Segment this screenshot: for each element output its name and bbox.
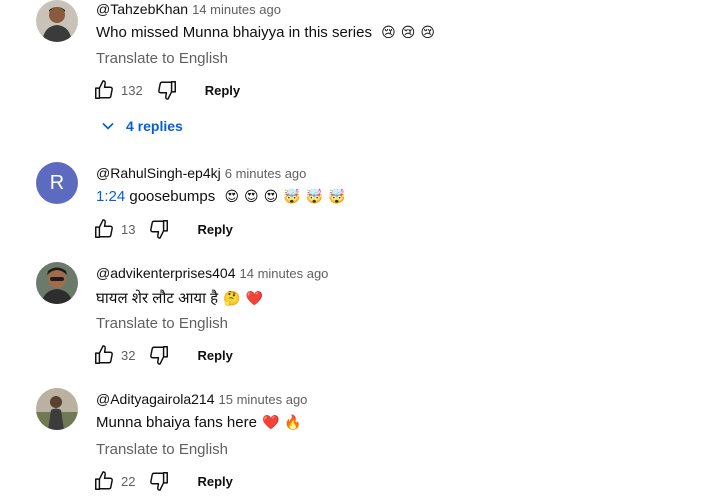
dislike-button[interactable] [155,78,179,102]
like-button[interactable] [92,469,116,493]
comment-text: 1:24 goosebumps 😍 😍 😍 🤯 🤯 🤯 [96,188,346,205]
view-replies-button[interactable]: 4 replies [96,114,183,138]
thumbs-down-icon [150,220,169,239]
author-name[interactable]: @Adityagairola214 [96,391,215,407]
comment-header: @advikenterprises404 14 minutes ago [96,265,328,281]
chevron-down-icon [96,114,120,138]
translate-link[interactable]: Translate to English [96,50,228,67]
avatar[interactable] [36,0,78,42]
dislike-button[interactable] [147,343,171,367]
comment-time[interactable]: 14 minutes ago [240,266,329,281]
author-name[interactable]: @advikenterprises404 [96,265,236,281]
comment-time[interactable]: 6 minutes ago [225,166,307,181]
avatar-letter: R [49,171,65,194]
comment-header: @TahzebKhan 14 minutes ago [96,1,281,17]
comment-actions: 132 Reply [92,78,240,102]
reply-button[interactable]: Reply [205,83,240,98]
thinking-emoji: 🤔 [223,290,241,306]
like-count: 132 [121,82,143,98]
fire-emoji: 🔥 [284,414,302,430]
comment-header: @RahulSingh-ep4kj 6 minutes ago [96,165,306,181]
comment-actions: 22 Reply [92,469,233,493]
mind-blown-emoji: 🤯 [328,188,346,204]
comment-body: Munna bhaiya fans here [96,414,257,431]
heart-eyes-emoji: 😍 [244,188,259,204]
comment-text: Munna bhaiya fans here ❤️ 🔥 [96,414,302,431]
thumbs-down-icon [157,81,176,100]
like-button[interactable] [92,217,116,241]
heart-emoji: ❤️ [261,414,280,430]
thumbs-down-icon [150,346,169,365]
replies-count-label: 4 replies [126,118,183,134]
like-button[interactable] [92,78,116,102]
comment-time[interactable]: 15 minutes ago [219,392,308,407]
dislike-button[interactable] [147,469,171,493]
reply-button[interactable]: Reply [197,474,232,489]
comment-body: घायल शेर लौट आया है [96,290,219,307]
translate-link[interactable]: Translate to English [96,315,228,332]
comment-time[interactable]: 14 minutes ago [192,2,281,17]
reply-button[interactable]: Reply [197,222,232,237]
heart-emoji: ❤️ [245,290,263,306]
sad-emoji: 😢 [420,24,435,40]
like-count: 22 [121,473,136,489]
comment-text: Who missed Munna bhaiyya in this series … [96,24,435,41]
dislike-button[interactable] [147,217,171,241]
comment-header: @Adityagairola214 15 minutes ago [96,391,307,407]
like-button[interactable] [92,343,116,367]
translate-link[interactable]: Translate to English [96,441,228,458]
thumbs-up-icon [95,219,113,238]
mind-blown-emoji: 🤯 [305,188,324,204]
avatar[interactable] [36,262,78,304]
comment-body: Who missed Munna bhaiyya in this series [96,24,372,41]
thumbs-up-icon [95,80,113,99]
mind-blown-emoji: 🤯 [283,188,301,204]
thumbs-up-icon [95,471,113,490]
thumbs-up-icon [95,345,113,364]
heart-eyes-emoji: 😍 [263,188,279,204]
reply-button[interactable]: Reply [197,348,232,363]
comment-actions: 13 Reply [92,217,233,241]
author-name[interactable]: @RahulSingh-ep4kj [96,165,221,181]
sad-emoji: 😢 [381,24,396,40]
like-count: 32 [121,347,136,363]
comment-actions: 32 Reply [92,343,233,367]
author-name[interactable]: @TahzebKhan [96,1,188,17]
sad-emoji: 😢 [400,24,416,40]
comment-text: घायल शेर लौट आया है 🤔 ❤️ [96,288,263,308]
avatar[interactable]: R [36,162,78,204]
thumbs-down-icon [150,472,169,491]
avatar[interactable] [36,388,78,430]
video-timestamp-link[interactable]: 1:24 [96,188,125,205]
comment-body: goosebumps [125,188,216,205]
heart-eyes-emoji: 😍 [224,188,240,204]
like-count: 13 [121,221,136,237]
